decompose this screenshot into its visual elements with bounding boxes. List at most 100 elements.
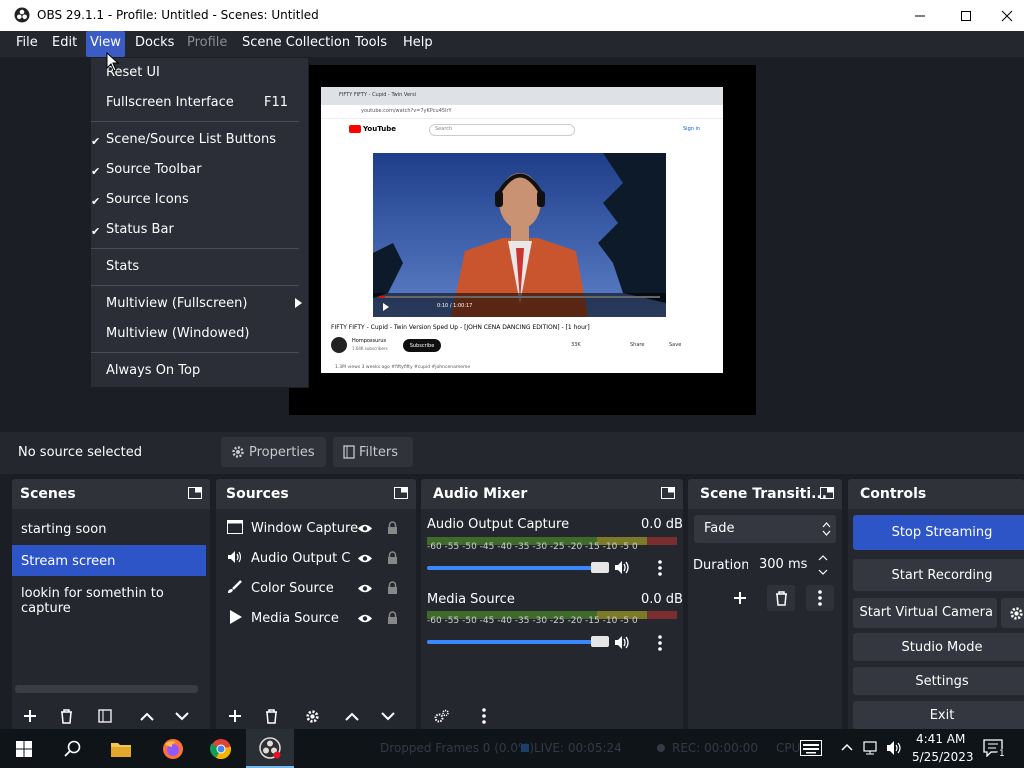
undock-icon[interactable]	[820, 487, 834, 499]
transition-menu-button[interactable]	[806, 585, 834, 611]
stop-streaming-button[interactable]: Stop Streaming	[853, 515, 1024, 550]
menu-item-scene-source-buttons[interactable]: Scene/Source List Buttons	[106, 132, 276, 147]
maximize-button[interactable]	[943, 0, 989, 31]
eye-icon[interactable]	[357, 583, 373, 594]
lock-icon[interactable]	[387, 581, 398, 595]
move-source-up-button[interactable]	[338, 703, 366, 729]
channel-subscribers: 1.64K subscribers	[352, 346, 388, 351]
file-explorer-button[interactable]	[97, 729, 145, 768]
search-icon	[63, 740, 80, 757]
menu-edit[interactable]: Edit	[52, 35, 77, 50]
lock-icon[interactable]	[387, 521, 398, 535]
menu-tools[interactable]: Tools	[355, 35, 387, 50]
search-button[interactable]	[48, 729, 96, 768]
undock-icon[interactable]	[661, 487, 675, 499]
obs-logo-icon	[14, 7, 30, 23]
track-db-audio-output: 0.0 dB	[641, 517, 683, 532]
likes-count: 33K	[571, 342, 581, 348]
volume-slider[interactable]	[427, 640, 607, 644]
undock-icon[interactable]	[188, 487, 202, 499]
scene-item-starting-soon[interactable]: starting soon	[21, 522, 106, 537]
menu-item-always-on-top[interactable]: Always On Top	[106, 363, 200, 378]
meter-scale: -60 -55 -50 -45 -40 -35 -30 -25 -20 -15 …	[427, 616, 638, 626]
source-toolbar: No source selected	[0, 432, 1024, 474]
source-item-media-source[interactable]: Media Source	[251, 611, 339, 626]
menu-item-stats[interactable]: Stats	[106, 259, 139, 274]
scenes-scrollbar[interactable]	[15, 685, 198, 693]
scene-item-stream-screen[interactable]: Stream screen	[21, 554, 115, 569]
windows-taskbar: Dropped Frames 0 (0.0%) LIVE: 00:05:24 R…	[0, 729, 1024, 768]
eye-icon[interactable]	[357, 613, 373, 624]
rec-time: REC: 00:00:00	[672, 741, 759, 755]
browser-url: youtube.com/watch?v=7yKPcu45lrY	[361, 108, 452, 114]
meter-scale: -60 -55 -50 -45 -40 -35 -30 -25 -20 -15 …	[427, 542, 638, 552]
move-source-down-button[interactable]	[374, 703, 402, 729]
speaker-icon[interactable]	[614, 560, 632, 575]
duration-spinbox[interactable]: 300 ms	[748, 551, 836, 579]
mixer-menu-button[interactable]	[470, 703, 498, 729]
obs-taskbar-button[interactable]	[246, 729, 294, 768]
remove-source-button[interactable]	[257, 703, 285, 729]
track-menu-button[interactable]	[646, 555, 674, 581]
menu-item-source-toolbar[interactable]: Source Toolbar	[106, 162, 202, 177]
properties-button[interactable]: Properties	[221, 437, 326, 467]
source-properties-button[interactable]	[298, 703, 326, 729]
lock-icon[interactable]	[387, 551, 398, 565]
start-recording-button[interactable]: Start Recording	[853, 559, 1024, 591]
transition-select[interactable]: Fade	[694, 515, 836, 543]
close-icon	[1001, 10, 1012, 21]
volume-slider[interactable]	[427, 566, 607, 570]
undock-icon[interactable]	[394, 487, 408, 499]
menu-scene-collection[interactable]: Scene Collection	[242, 35, 350, 50]
eye-icon[interactable]	[357, 523, 373, 534]
filters-button[interactable]: Filters	[333, 437, 413, 467]
remove-transition-button[interactable]	[767, 585, 795, 611]
menu-help[interactable]: Help	[403, 35, 433, 50]
menu-item-source-icons[interactable]: Source Icons	[106, 192, 189, 207]
source-item-audio-output[interactable]: Audio Output Ca	[251, 551, 351, 566]
lock-icon[interactable]	[387, 611, 398, 625]
network-icon[interactable]	[863, 740, 881, 756]
menu-docks[interactable]: Docks	[135, 35, 174, 50]
studio-mode-button[interactable]: Studio Mode	[853, 633, 1024, 661]
paint-brush-icon	[228, 580, 242, 593]
close-button[interactable]	[989, 0, 1024, 31]
volume-slider-handle[interactable]	[591, 636, 609, 647]
move-scene-down-button[interactable]	[168, 703, 196, 729]
volume-slider-handle[interactable]	[591, 562, 609, 573]
add-scene-button[interactable]	[16, 703, 44, 729]
clock-date[interactable]: 5/25/2023	[912, 750, 974, 764]
start-button[interactable]	[0, 729, 48, 768]
menu-profile[interactable]: Profile	[187, 35, 227, 50]
menu-item-fullscreen-interface[interactable]: Fullscreen Interface	[106, 95, 234, 110]
volume-icon[interactable]	[886, 740, 904, 756]
menu-item-multiview-fullscreen[interactable]: Multiview (Fullscreen)	[106, 296, 247, 311]
menu-file[interactable]: File	[16, 35, 38, 50]
chevron-up-icon[interactable]	[841, 743, 853, 751]
keyboard-icon[interactable]	[800, 740, 822, 756]
chrome-button[interactable]	[197, 729, 245, 768]
mixer-advanced-button[interactable]	[428, 703, 456, 729]
scene-item-lookin[interactable]: lookin for somethin to capture	[21, 586, 210, 616]
clock-time[interactable]: 4:41 AM	[916, 732, 965, 746]
remove-scene-button[interactable]	[52, 703, 80, 729]
firefox-button[interactable]	[149, 729, 197, 768]
track-menu-button[interactable]	[646, 630, 674, 656]
eye-icon[interactable]	[357, 553, 373, 564]
source-item-window-capture[interactable]: Window Capture	[251, 521, 358, 536]
virtual-camera-settings-button[interactable]	[1001, 598, 1024, 628]
speaker-icon[interactable]	[614, 635, 632, 650]
menu-item-multiview-windowed[interactable]: Multiview (Windowed)	[106, 326, 250, 341]
chevron-down-icon	[175, 711, 189, 720]
menu-item-status-bar[interactable]: Status Bar	[106, 222, 174, 237]
start-virtual-camera-button[interactable]: Start Virtual Camera	[853, 598, 997, 628]
video-player: 0:10 / 1:00:17	[373, 153, 666, 317]
source-item-color-source[interactable]: Color Source	[251, 581, 334, 596]
minimize-button[interactable]	[897, 0, 943, 31]
exit-button[interactable]: Exit	[853, 701, 1024, 729]
move-scene-up-button[interactable]	[133, 703, 161, 729]
add-transition-button[interactable]	[726, 585, 754, 611]
add-source-button[interactable]	[221, 703, 249, 729]
settings-button[interactable]: Settings	[853, 667, 1024, 695]
scene-filters-button[interactable]	[91, 703, 119, 729]
